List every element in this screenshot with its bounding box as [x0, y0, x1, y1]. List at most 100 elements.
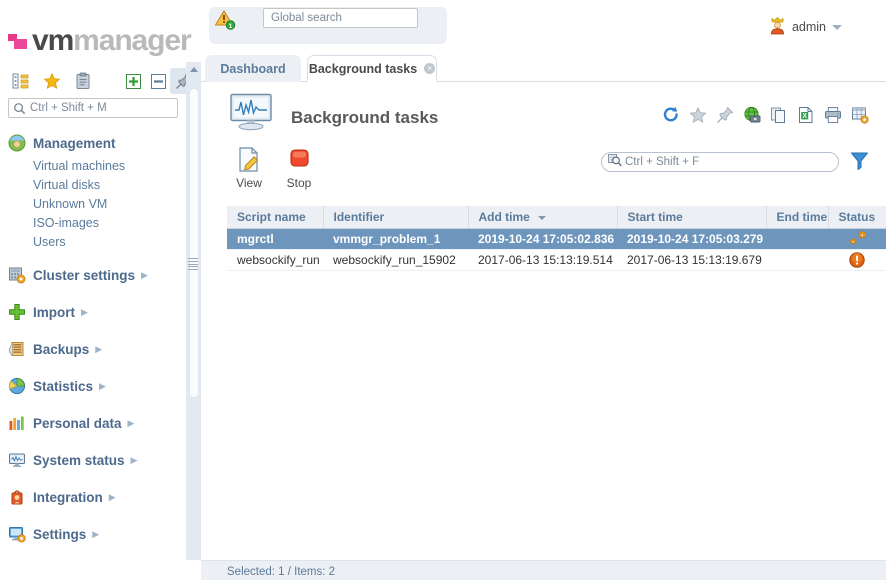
global-search-input[interactable]: Global search: [263, 8, 418, 28]
warning-badge-count: 1: [229, 23, 233, 30]
sidebar-label: Backups: [33, 341, 90, 357]
tab-dashboard[interactable]: Dashboard: [205, 55, 301, 82]
copy-page-icon[interactable]: [770, 106, 788, 124]
print-icon[interactable]: [824, 106, 842, 124]
sidebar-item-system-status[interactable]: System status ▶: [0, 447, 186, 473]
cell-script-name: mgrctl: [227, 228, 323, 250]
cell-add-time: 2019-10-24 17:05:02.836: [468, 228, 617, 250]
import-icon: [8, 303, 26, 321]
sidebar-search-input[interactable]: Ctrl + Shift + M: [8, 98, 178, 118]
stop-button-icon: [271, 144, 327, 174]
cell-status: [828, 249, 886, 271]
sidebar-toolbar: [8, 68, 196, 96]
view-edit-icon: [221, 144, 277, 174]
column-header-script-name[interactable]: Script name: [227, 206, 324, 229]
cell-identifier: websockify_run_15902: [323, 249, 468, 271]
logo-mark-icon: [8, 32, 30, 50]
sidebar-sub-label: Users: [33, 234, 66, 249]
globe-camera-icon[interactable]: [743, 106, 761, 124]
sidebar-sub-label: Virtual machines: [33, 158, 126, 173]
top-bar: 1 Global search admin: [201, 0, 886, 54]
column-header-start-time[interactable]: Start time: [617, 206, 767, 229]
column-header-end-time[interactable]: End time: [766, 206, 829, 229]
sidebar-label: Management: [33, 135, 116, 151]
cell-start-time: 2017-06-13 15:13:19.679: [617, 249, 766, 271]
sidebar-scrollbar[interactable]: [186, 62, 201, 580]
chevron-right-icon: ▶: [95, 343, 103, 354]
collapse-all-icon[interactable]: [145, 68, 171, 94]
status-bar: Selected: 1 / Items: 2: [201, 560, 886, 580]
cell-end-time: [766, 228, 828, 250]
stop-button[interactable]: Stop: [271, 144, 327, 190]
sort-descending-icon: [538, 215, 547, 220]
favorites-star-icon[interactable]: [39, 68, 65, 94]
user-menu[interactable]: admin: [768, 16, 842, 38]
table-search-input[interactable]: Ctrl + Shift + F: [601, 152, 839, 172]
tab-label: Dashboard: [220, 61, 286, 76]
chevron-right-icon: ▶: [127, 417, 135, 428]
pin-icon[interactable]: [716, 106, 734, 124]
cell-script-name: websockify_run: [227, 249, 323, 271]
cell-end-time: [766, 249, 828, 271]
content-area: Background tasks X View Stop Ctrl + Shif…: [201, 82, 886, 560]
user-name: admin: [791, 20, 826, 34]
sidebar-sub-label: Virtual disks: [33, 177, 101, 192]
sidebar-item-integration[interactable]: Integration ▶: [0, 484, 186, 510]
action-label: Stop: [286, 176, 312, 190]
favorite-star-icon[interactable]: [689, 106, 707, 124]
chevron-right-icon: ▶: [99, 380, 106, 391]
funnel-filter-icon[interactable]: [850, 151, 869, 170]
column-label: Identifier: [333, 209, 385, 224]
sidebar-item-management[interactable]: Management: [0, 130, 186, 156]
export-excel-icon[interactable]: X: [797, 106, 815, 124]
sidebar-item-virtual-disks[interactable]: Virtual disks: [0, 175, 186, 194]
action-label: View: [236, 176, 262, 190]
sidebar-splitter-handle[interactable]: [188, 258, 198, 270]
cell-identifier: vmmgr_problem_1: [323, 228, 468, 250]
vmmanager-window: vmmanager Ctrl + Shift + M Management Vi…: [0, 0, 886, 580]
clipboard-icon[interactable]: [70, 68, 96, 94]
column-header-add-time[interactable]: Add time: [468, 206, 618, 229]
sidebar-item-cluster-settings[interactable]: Cluster settings ▶: [0, 262, 186, 288]
scroll-up-arrow[interactable]: [186, 62, 201, 77]
sidebar-item-backups[interactable]: Backups ▶: [0, 336, 186, 362]
logo-manager-text: manager: [73, 24, 191, 57]
table-header-row: Script name Identifier Add time Start ti…: [227, 206, 886, 229]
grid-search-icon: [608, 154, 622, 170]
sidebar-item-statistics[interactable]: Statistics ▶: [0, 373, 186, 399]
sidebar-label: System status: [33, 452, 125, 468]
backups-icon: [8, 340, 26, 358]
refresh-icon[interactable]: [662, 106, 680, 124]
tab-background-tasks[interactable]: Background tasks ×: [307, 55, 437, 82]
tree-view-icon[interactable]: [8, 68, 34, 94]
table-row[interactable]: mgrctl vmmgr_problem_1 2019-10-24 17:05:…: [227, 228, 886, 250]
integration-icon: [8, 488, 26, 506]
expand-all-icon[interactable]: [120, 68, 146, 94]
close-icon[interactable]: ×: [424, 63, 436, 74]
sidebar-label: Personal data: [33, 415, 122, 431]
view-button[interactable]: View: [221, 144, 277, 190]
column-header-status[interactable]: Status: [828, 206, 886, 229]
logo-vm-text: vm: [32, 24, 74, 57]
left-sidebar: vmmanager Ctrl + Shift + M Management Vi…: [0, 0, 196, 580]
sidebar-item-unknown-vm[interactable]: Unknown VM: [0, 194, 186, 213]
cell-status: [828, 228, 886, 250]
column-label: Add time: [478, 209, 530, 224]
column-header-identifier[interactable]: Identifier: [323, 206, 469, 229]
page-header-tools: X: [662, 106, 869, 124]
sidebar-nav: Management Virtual machines Virtual disk…: [0, 130, 186, 580]
chevron-right-icon: ▶: [141, 269, 148, 280]
column-label: Script name: [237, 209, 306, 224]
sidebar-item-virtual-machines[interactable]: Virtual machines: [0, 156, 186, 175]
sidebar-item-personal-data[interactable]: Personal data ▶: [0, 410, 186, 436]
sidebar-item-iso-images[interactable]: ISO-images: [0, 213, 186, 232]
error-exclamation-icon: [849, 251, 865, 268]
sidebar-label: Integration: [33, 489, 103, 505]
sidebar-item-users[interactable]: Users: [0, 232, 186, 251]
sidebar-item-import[interactable]: Import ▶: [0, 299, 186, 325]
sidebar-item-settings[interactable]: Settings ▶: [0, 521, 186, 547]
table-row[interactable]: websockify_run websockify_run_15902 2017…: [227, 249, 886, 271]
table-settings-icon[interactable]: [851, 106, 869, 124]
scrollbar-thumb[interactable]: [189, 88, 199, 398]
warning-triangle-icon[interactable]: 1: [214, 10, 237, 30]
